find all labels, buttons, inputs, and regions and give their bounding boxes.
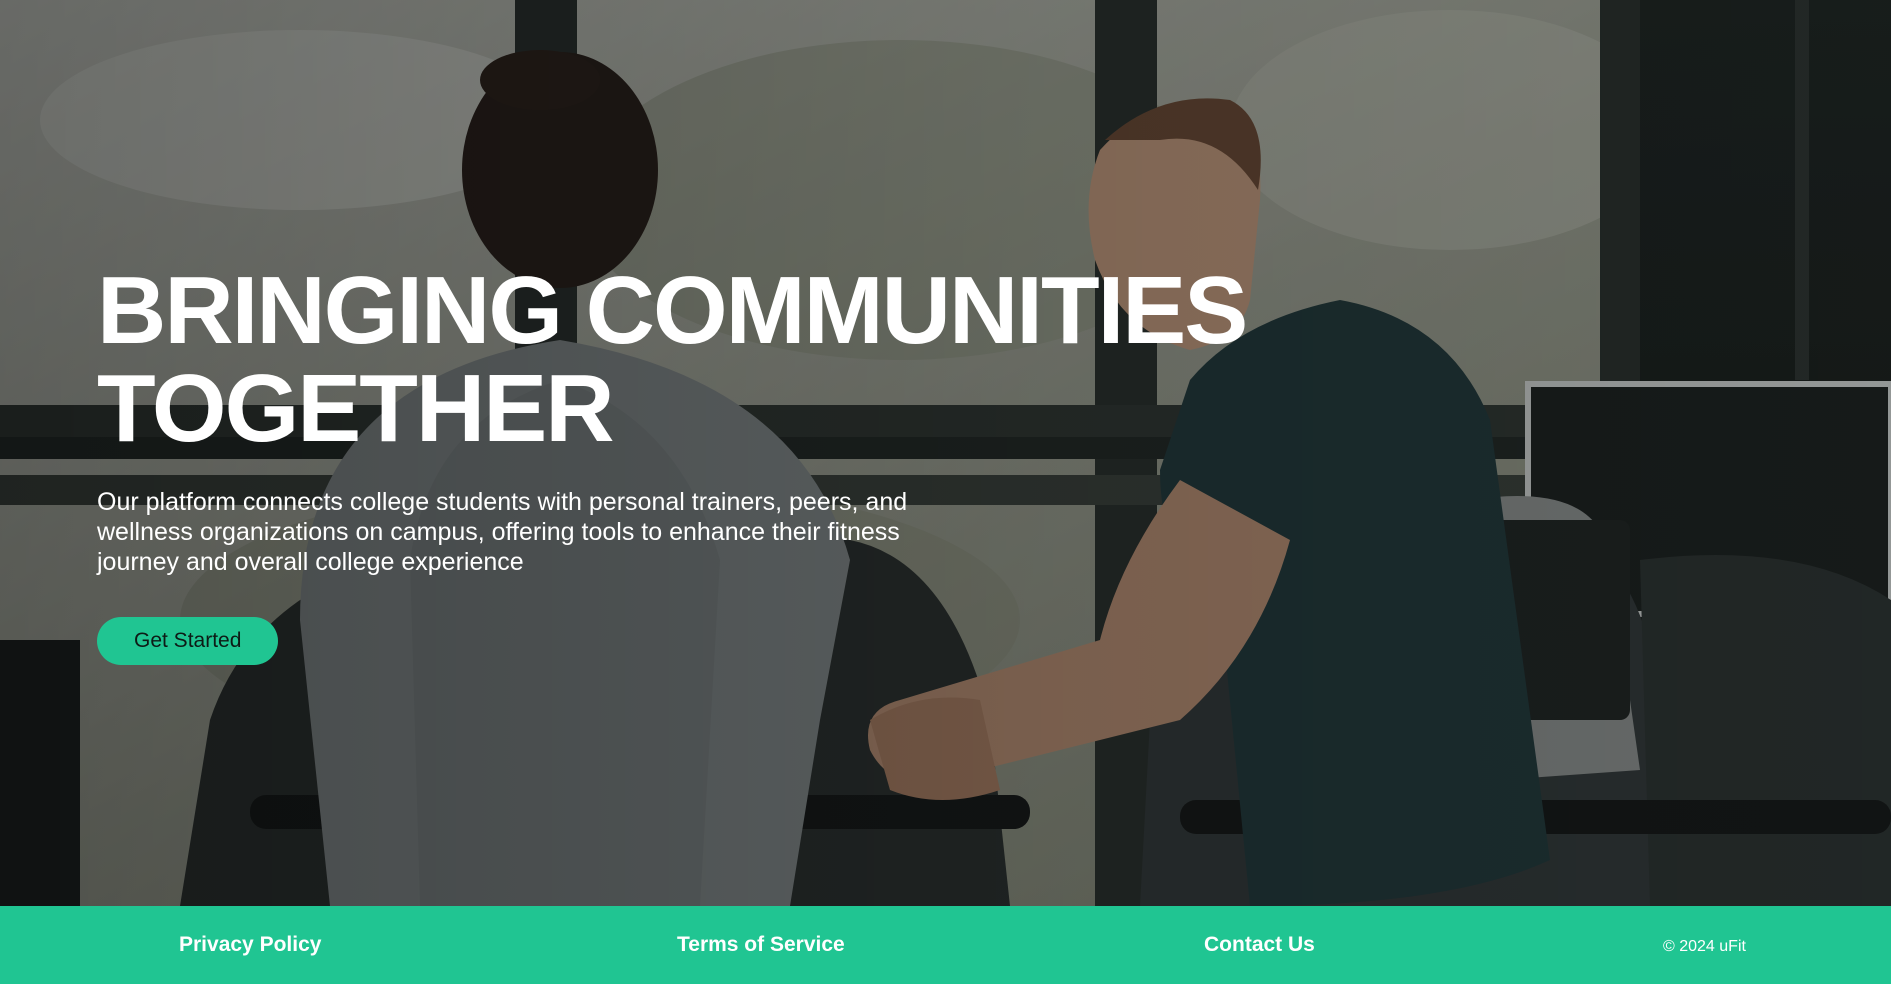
hero-content: BRINGING COMMUNITIES TOGETHER Our platfo… <box>97 262 1397 665</box>
hero-title-line2: TOGETHER <box>97 355 615 462</box>
terms-of-service-link[interactable]: Terms of Service <box>677 906 845 984</box>
hero-title: BRINGING COMMUNITIES TOGETHER <box>97 262 1397 458</box>
footer: Privacy Policy Terms of Service Contact … <box>0 906 1891 984</box>
landing-page: BRINGING COMMUNITIES TOGETHER Our platfo… <box>0 0 1891 984</box>
get-started-button[interactable]: Get Started <box>97 617 279 665</box>
hero-section: BRINGING COMMUNITIES TOGETHER Our platfo… <box>0 0 1891 906</box>
hero-subtitle: Our platform connects college students w… <box>97 488 908 576</box>
copyright-text: © 2024 uFit <box>1663 938 1746 955</box>
privacy-policy-link[interactable]: Privacy Policy <box>179 906 321 984</box>
contact-us-link[interactable]: Contact Us <box>1204 906 1315 984</box>
hero-title-line1: BRINGING COMMUNITIES <box>97 257 1248 364</box>
